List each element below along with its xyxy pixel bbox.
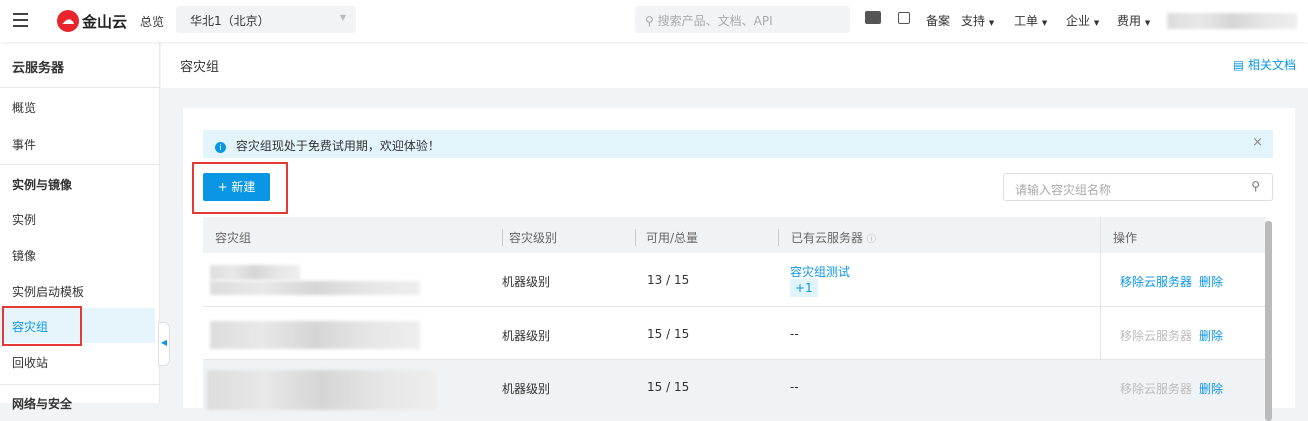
- sidebar-title: 云服务器: [12, 61, 65, 76]
- alert-text: 容灾组现处于免费试用期，欢迎体验！: [235, 139, 440, 153]
- nav-enterprise[interactable]: 企业 ▼: [1066, 12, 1099, 29]
- sidebar-collapse-handle[interactable]: ◀: [158, 322, 170, 366]
- table-header: 容灾组 容灾级别 可用/总量 已有云服务器 ⓘ 操作: [203, 217, 1266, 253]
- language-icon[interactable]: [865, 11, 881, 24]
- page-header: 容灾组 ▤ 相关文档: [161, 42, 1308, 88]
- new-button[interactable]: + 新建: [203, 173, 270, 201]
- sidebar-item-launch-templates[interactable]: 实例启动模板: [12, 283, 84, 300]
- content-card: i 容灾组现处于免费试用期，欢迎体验！ × + 新建 请输入容灾组名称 ⚲ 容灾组…: [183, 108, 1295, 421]
- nav-filing[interactable]: 备案: [926, 12, 950, 29]
- sidebar-item-overview[interactable]: 概览: [12, 99, 36, 116]
- remove-server-link[interactable]: 移除云服务器: [1120, 273, 1192, 290]
- delete-link[interactable]: 删除: [1199, 327, 1223, 344]
- user-account[interactable]: [1167, 13, 1297, 29]
- chevron-down-icon: ▼: [339, 13, 346, 22]
- table-row: 机器级别 15 / 15 -- 移除云服务器 删除: [203, 360, 1266, 417]
- remove-server-link: 移除云服务器: [1120, 382, 1193, 396]
- nav-billing[interactable]: 费用 ▼: [1117, 12, 1150, 29]
- col-usage: 可用/总量: [635, 229, 698, 246]
- related-docs-link[interactable]: ▤ 相关文档: [1233, 56, 1296, 73]
- data-table: 容灾组 容灾级别 可用/总量 已有云服务器 ⓘ 操作 机器级别 13 / 15 …: [203, 217, 1272, 421]
- close-icon[interactable]: ×: [1252, 135, 1263, 150]
- sidebar-item-disaster-groups[interactable]: 容灾组: [0, 306, 155, 346]
- help-icon: ⓘ: [866, 235, 876, 245]
- page-title: 容灾组: [180, 60, 220, 75]
- logo-text[interactable]: 金山云: [82, 11, 127, 32]
- remove-server-link: 移除云服务器: [1120, 329, 1193, 343]
- message-icon[interactable]: [898, 12, 910, 24]
- global-search[interactable]: ⚲ 搜索产品、文档、API: [635, 6, 850, 33]
- server-link[interactable]: 容灾组测试: [790, 263, 850, 280]
- search-placeholder: 搜索产品、文档、API: [657, 14, 773, 28]
- overview-link[interactable]: 总览: [140, 13, 164, 30]
- search-icon: ⚲: [1251, 179, 1260, 193]
- sidebar-section-network: 网络与安全: [12, 397, 73, 411]
- col-actions: 操作: [1113, 231, 1138, 245]
- sidebar: 云服务器 概览 事件 实例与镜像 实例 镜像 实例启动模板 容灾组 回收站 网络…: [0, 42, 160, 411]
- sidebar-item-recycle-bin[interactable]: 回收站: [12, 354, 48, 371]
- sidebar-item-images[interactable]: 镜像: [12, 247, 36, 264]
- sidebar-item-instances[interactable]: 实例: [12, 211, 36, 228]
- sidebar-item-events[interactable]: 事件: [12, 136, 36, 153]
- col-servers: 已有云服务器 ⓘ: [778, 229, 876, 246]
- nav-support[interactable]: 支持 ▼: [961, 12, 994, 29]
- table-row: 机器级别 13 / 15 容灾组测试 +1 移除云服务器 删除: [203, 253, 1266, 307]
- search-icon: ⚲: [645, 14, 654, 28]
- document-icon: ▤: [1232, 58, 1245, 72]
- highlight-box: [2, 306, 82, 346]
- table-row: 机器级别 15 / 15 -- 移除云服务器 删除: [203, 307, 1266, 360]
- col-level: 容灾级别: [502, 229, 557, 246]
- delete-link[interactable]: 删除: [1199, 273, 1223, 290]
- more-servers-badge[interactable]: +1: [790, 279, 818, 297]
- table-scrollbar[interactable]: [1265, 221, 1272, 421]
- top-bar: ☁ 金山云 总览 华北1（北京） ▼ ⚲ 搜索产品、文档、API 备案 支持 ▼ …: [0, 0, 1308, 42]
- region-select[interactable]: 华北1（北京） ▼: [176, 6, 356, 33]
- delete-link[interactable]: 删除: [1199, 380, 1223, 397]
- group-search-input[interactable]: 请输入容灾组名称 ⚲: [1003, 173, 1273, 201]
- region-value: 华北1（北京）: [190, 14, 270, 28]
- sidebar-section-instances: 实例与镜像: [12, 178, 73, 192]
- col-group: 容灾组: [215, 231, 252, 245]
- nav-ticket[interactable]: 工单 ▼: [1014, 12, 1047, 29]
- menu-icon[interactable]: [13, 13, 28, 27]
- info-alert: i 容灾组现处于免费试用期，欢迎体验！ ×: [203, 130, 1273, 158]
- logo-icon[interactable]: ☁: [57, 10, 79, 32]
- info-icon: i: [215, 142, 226, 153]
